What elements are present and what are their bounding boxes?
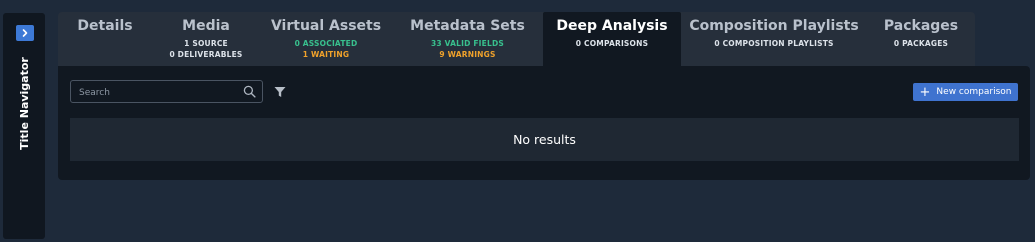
tab-packages[interactable]: Packages 0 PACKAGES [867, 12, 975, 66]
tab-deep-analysis[interactable]: Deep Analysis 0 COMPARISONS [543, 12, 681, 66]
search-box [70, 80, 263, 104]
search-input[interactable] [77, 81, 241, 104]
new-comparison-label: New comparison [936, 87, 1012, 97]
tab-title: Deep Analysis [556, 18, 668, 34]
tab-subtitle: 0 PACKAGES [893, 39, 949, 48]
empty-results-text: No results [513, 132, 576, 147]
filter-icon[interactable] [274, 86, 286, 98]
tab-subtitle: 1 SOURCE [184, 39, 228, 48]
title-navigator: Title Navigator [3, 13, 45, 239]
tab-subtitle: 0 COMPOSITION PLAYLISTS [714, 39, 834, 48]
tab-title: Metadata Sets [410, 18, 525, 34]
title-navigator-label: Title Navigator [17, 56, 31, 150]
tab-composition-playlists[interactable]: Composition Playlists 0 COMPOSITION PLAY… [681, 12, 867, 66]
tab-title: Media [182, 18, 230, 34]
tab-virtual-assets[interactable]: Virtual Assets 0 ASSOCIATED 1 WAITING [260, 12, 392, 66]
results-area: No results [70, 118, 1019, 161]
tab-subtitle: 33 VALID FIELDS [431, 39, 504, 48]
tab-title: Virtual Assets [270, 18, 382, 34]
plus-icon: + [919, 84, 931, 100]
tab-title: Details [77, 18, 133, 34]
tab-metadata-sets[interactable]: Metadata Sets 33 VALID FIELDS 9 WARNINGS [392, 12, 543, 66]
search-icon[interactable] [243, 85, 256, 98]
tab-subtitle: 0 COMPARISONS [575, 39, 649, 48]
tab-subtitle: 0 ASSOCIATED [294, 39, 358, 48]
tab-bar: Details Media 1 SOURCE 0 DELIVERABLES Vi… [58, 12, 975, 66]
deep-analysis-panel: + New comparison No results [58, 66, 1030, 180]
tab-title: Packages [883, 18, 959, 34]
chevron-right-icon[interactable] [16, 25, 34, 41]
tab-subtitle: 1 WAITING [302, 50, 350, 59]
new-comparison-button[interactable]: + New comparison [913, 83, 1018, 101]
tab-details[interactable]: Details [58, 12, 152, 66]
tab-subtitle: 0 DELIVERABLES [169, 50, 243, 59]
tab-subtitle: 9 WARNINGS [439, 50, 496, 59]
tab-title: Composition Playlists [689, 18, 859, 34]
tab-media[interactable]: Media 1 SOURCE 0 DELIVERABLES [152, 12, 260, 66]
